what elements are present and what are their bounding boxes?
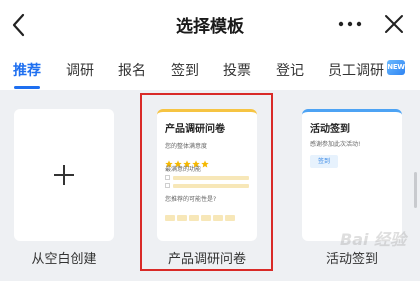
scale-option [213, 215, 223, 221]
tab-recommended[interactable]: 推荐 [13, 60, 41, 80]
checkin-subtitle: 感谢参加此次活动! [310, 141, 361, 148]
blank-template-card[interactable] [14, 109, 114, 241]
survey-template-caption: 产品调研问卷 [167, 252, 246, 267]
tab-survey[interactable]: 调研 [66, 60, 94, 80]
checkin-template-caption: 活动签到 [325, 252, 378, 267]
option-placeholder [173, 184, 249, 188]
scale-option [201, 215, 211, 221]
scale-option [189, 215, 199, 221]
plus-icon [54, 165, 74, 185]
more-options-icon[interactable] [337, 14, 363, 34]
satisfaction-question: 您的整体满意度 [165, 143, 208, 150]
checkbox-option [165, 175, 249, 181]
checkin-button: 签到 [310, 155, 338, 168]
star-rating [165, 153, 249, 168]
checkbox-icon [165, 175, 170, 180]
checkin-preview-title: 活动签到 [310, 124, 350, 135]
recommend-question: 您推荐的可能性是? [165, 196, 217, 203]
active-tab-indicator [14, 86, 40, 89]
survey-template-card[interactable]: 产品调研问卷 您的整体满意度 最满意的功能 您推荐的可能性是? [157, 109, 257, 241]
scale-options [165, 206, 249, 221]
checkbox-icon [165, 183, 170, 188]
scale-option [225, 215, 235, 221]
blank-template-caption: 从空白创建 [31, 252, 97, 267]
top-bar: 选择模板 [0, 0, 420, 50]
template-grid: 从空白创建 产品调研问卷 您的整体满意度 最满意的功能 您推荐的可能性是? 产品… [0, 90, 420, 281]
scale-option [177, 215, 187, 221]
tab-register[interactable]: 登记 [276, 60, 304, 80]
tab-registration[interactable]: 报名 [118, 60, 146, 80]
scrollbar[interactable] [414, 172, 417, 208]
watermark: Bai 经验 [340, 230, 407, 249]
checkin-template-card[interactable]: 活动签到 感谢参加此次活动! 签到 [302, 109, 402, 241]
tab-employee-survey[interactable]: 员工调研 [328, 60, 384, 80]
option-placeholder [173, 176, 249, 180]
tab-checkin[interactable]: 签到 [171, 60, 199, 80]
category-tabs: 推荐 调研 报名 签到 投票 登记 员工调研 [0, 52, 420, 89]
new-badge: NEW [387, 60, 405, 75]
checkbox-option [165, 183, 249, 189]
close-icon[interactable] [383, 12, 405, 36]
scale-option [165, 215, 175, 221]
survey-preview-title: 产品调研问卷 [165, 124, 225, 135]
tab-vote[interactable]: 投票 [223, 60, 251, 80]
star-icon [201, 160, 209, 168]
